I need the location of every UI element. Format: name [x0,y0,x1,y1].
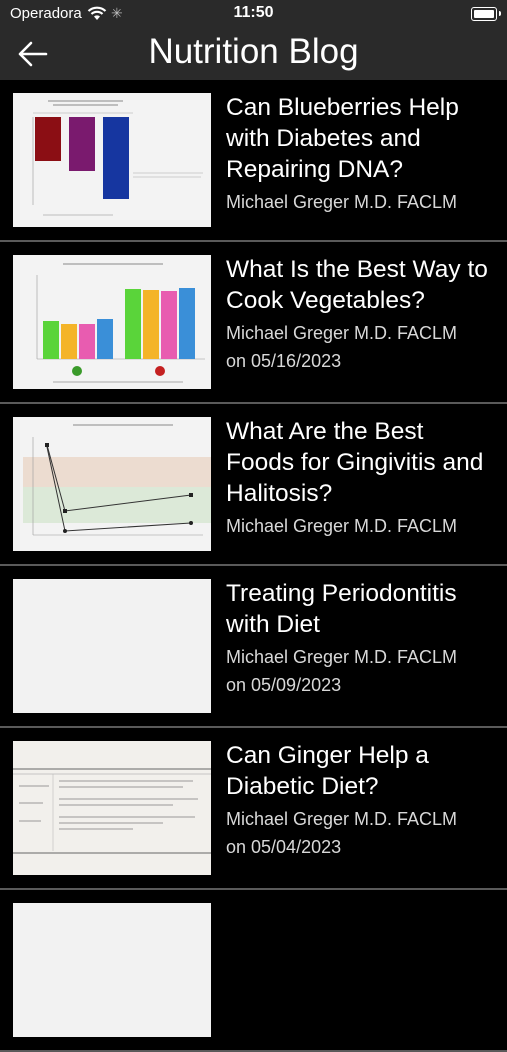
post-item[interactable]: What Is the Best Way to Cook Vegetables?… [0,242,507,404]
post-title: What Are the Best Foods for Gingivitis a… [226,418,484,507]
post-title: Can Blueberries Help with Diabetes and R… [226,94,459,183]
post-author: Michael Greger M.D. FACLM [226,516,458,536]
post-author: Michael Greger M.D. FACLM [226,647,458,667]
clock: 11:50 [233,4,274,21]
post-thumbnail [13,417,211,551]
post-date: on 05/16/2023 [226,351,342,371]
post-item[interactable]: Treating Periodontitis with Diet Michael… [0,566,507,728]
post-item[interactable]: Can Blueberries Help with Diabetes and R… [0,80,507,242]
post-author: Michael Greger M.D. FACLM [226,809,458,829]
post-thumbnail [13,255,211,389]
post-title: Treating Periodontitis with Diet [226,580,457,638]
battery-icon [471,7,501,21]
post-title: What Is the Best Way to Cook Vegetables? [226,256,488,314]
post-thumbnail [13,579,211,713]
post-author: Michael Greger M.D. FACLM [226,323,458,343]
post-thumbnail [13,741,211,875]
post-item[interactable]: Can Ginger Help a Diabetic Diet? Michael… [0,728,507,890]
post-list: Can Blueberries Help with Diabetes and R… [0,80,507,1052]
post-author: Michael Greger M.D. FACLM [226,192,458,212]
navigation-bar: Nutrition Blog [0,28,507,80]
post-date: on 05/09/2023 [226,675,342,695]
post-thumbnail [13,93,211,227]
post-item[interactable] [0,890,507,1052]
page-title: Nutrition Blog [148,32,359,71]
post-thumbnail [13,903,211,1037]
post-item[interactable]: What Are the Best Foods for Gingivitis a… [0,404,507,566]
post-title: Can Ginger Help a Diabetic Diet? [226,742,429,800]
post-date: on 05/04/2023 [226,837,342,857]
status-bar: Operadora ✳ 11:50 [0,0,507,28]
